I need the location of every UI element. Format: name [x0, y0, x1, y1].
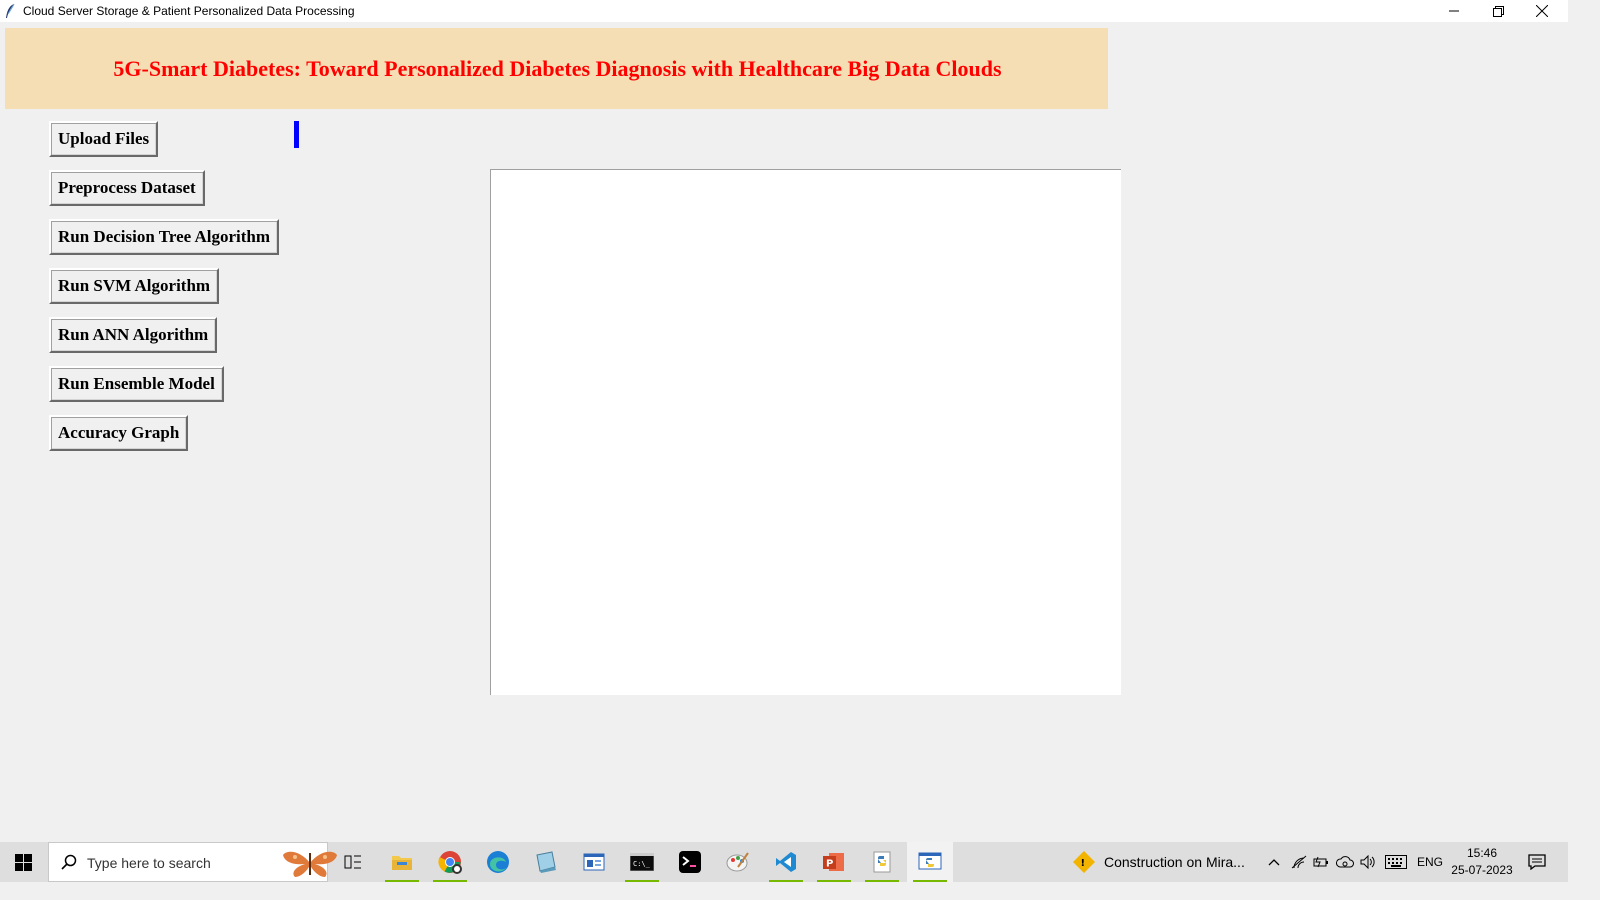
volume-button[interactable]: [1358, 842, 1378, 882]
window-title-bar: Cloud Server Storage & Patient Personali…: [0, 0, 1568, 22]
close-icon: [1536, 5, 1548, 17]
paint-icon[interactable]: [715, 842, 761, 882]
taskbar-search-box[interactable]: Type here to search: [48, 842, 337, 882]
volume-icon: [1360, 855, 1375, 869]
network-icon: [1291, 855, 1307, 869]
sync-button[interactable]: [1334, 842, 1356, 882]
close-button[interactable]: [1520, 0, 1564, 22]
run-ensemble-button[interactable]: Run Ensemble Model: [49, 366, 224, 402]
run-svm-button[interactable]: Run SVM Algorithm: [49, 268, 220, 304]
python-idle-icon[interactable]: [859, 842, 905, 882]
notifications-button[interactable]: [1522, 842, 1552, 882]
preprocess-dataset-button[interactable]: Preprocess Dataset: [49, 170, 205, 206]
taskbar: Type here to search C:\_ P ! Constructio…: [0, 842, 1568, 882]
clock-date: 25-07-2023: [1451, 863, 1513, 877]
notepad-icon[interactable]: [523, 842, 569, 882]
file-explorer-icon[interactable]: [379, 842, 425, 882]
feather-icon: [6, 3, 15, 18]
python-window-icon[interactable]: [907, 842, 953, 882]
edge-icon[interactable]: [475, 842, 521, 882]
run-ann-button[interactable]: Run ANN Algorithm: [49, 317, 218, 353]
header-banner: 5G-Smart Diabetes: Toward Personalized D…: [5, 28, 1108, 109]
taskbar-clock[interactable]: 15:46 25-07-2023: [1448, 845, 1516, 879]
task-view-icon[interactable]: [330, 842, 376, 882]
powerpoint-icon[interactable]: P: [811, 842, 857, 882]
minimize-button[interactable]: [1432, 0, 1476, 22]
cmd-icon[interactable]: C:\_: [619, 842, 665, 882]
keyboard-button[interactable]: [1382, 842, 1410, 882]
status-label: [294, 121, 299, 148]
cloud-sync-icon: [1336, 856, 1354, 868]
output-text-area[interactable]: [490, 169, 1121, 695]
battery-button[interactable]: [1311, 842, 1331, 882]
accuracy-graph-button[interactable]: Accuracy Graph: [49, 415, 189, 451]
traffic-alert-icon: !: [1073, 851, 1095, 873]
run-decision-tree-button[interactable]: Run Decision Tree Algorithm: [49, 219, 280, 255]
restore-button[interactable]: [1476, 0, 1520, 22]
vscode-icon[interactable]: [763, 842, 809, 882]
restore-icon: [1492, 5, 1504, 17]
weather-widget[interactable]: ! Construction on Mira...: [1072, 842, 1252, 882]
svg-text:C:\_: C:\_: [633, 860, 651, 868]
page-title: 5G-Smart Diabetes: Toward Personalized D…: [113, 55, 1002, 81]
language-label: ENG: [1416, 855, 1443, 869]
battery-icon: [1313, 856, 1328, 868]
windows-logo-icon: [15, 853, 32, 871]
weather-text: Construction on Mira...: [1104, 854, 1245, 870]
start-button[interactable]: [0, 842, 47, 882]
search-icon: [61, 854, 77, 870]
tray-chevron[interactable]: [1264, 842, 1284, 882]
network-button[interactable]: [1289, 842, 1309, 882]
minimize-icon: [1449, 10, 1459, 12]
window-title: Cloud Server Storage & Patient Personali…: [23, 4, 355, 18]
terminal-icon[interactable]: [667, 842, 713, 882]
svg-text:!: !: [1081, 858, 1086, 869]
upload-files-button[interactable]: Upload Files: [49, 121, 159, 157]
window-app-icon[interactable]: [571, 842, 617, 882]
svg-text:P: P: [826, 859, 833, 870]
search-placeholder: Type here to search: [87, 855, 211, 871]
chrome-icon[interactable]: [427, 842, 473, 882]
notification-icon: [1528, 854, 1546, 870]
chevron-up-icon: [1268, 859, 1280, 866]
language-indicator[interactable]: ENG: [1414, 842, 1446, 882]
keyboard-icon: [1385, 855, 1407, 869]
clock-time: 15:46: [1466, 846, 1498, 860]
